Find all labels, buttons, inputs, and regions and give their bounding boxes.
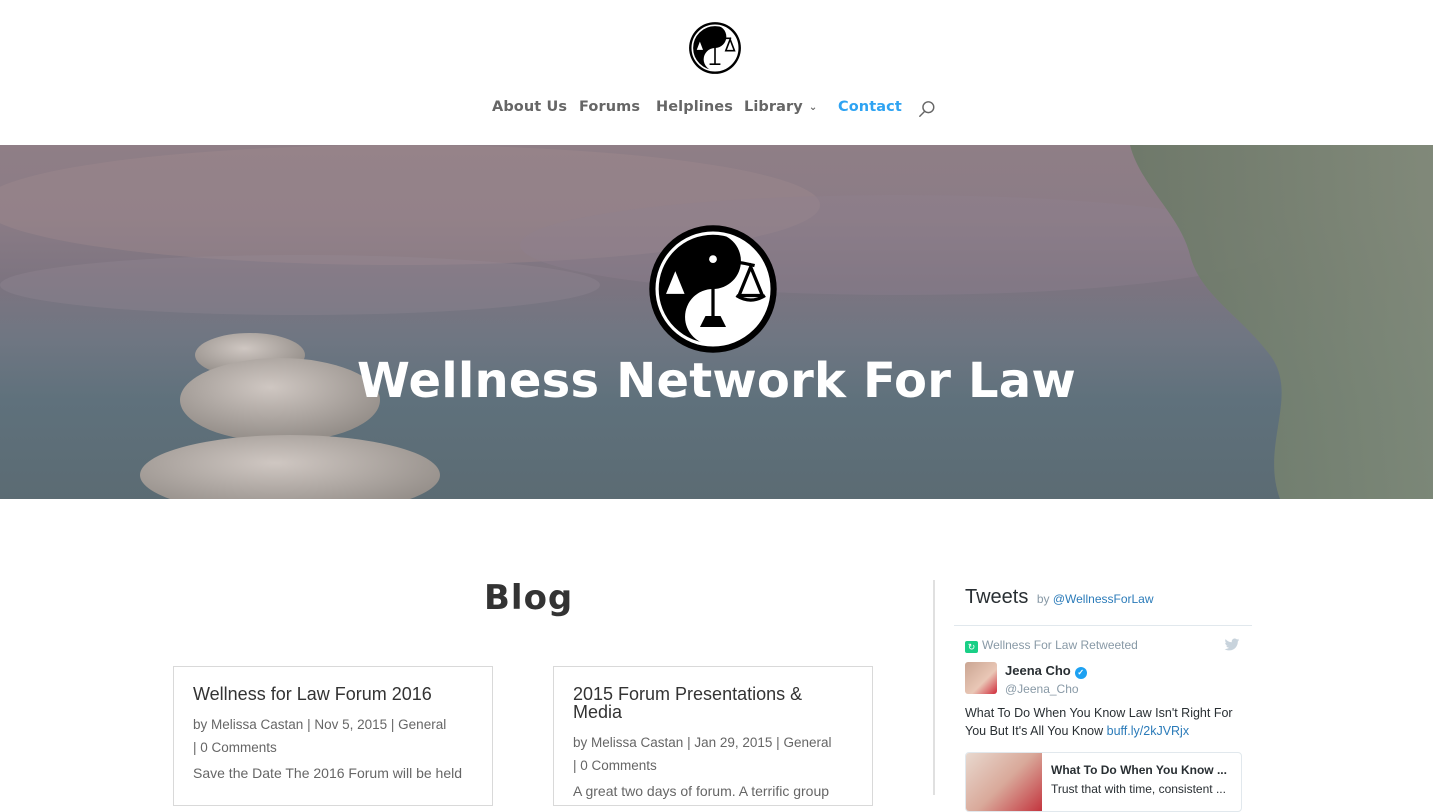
nav-library[interactable]: Library ⌄ bbox=[744, 99, 817, 115]
tweet-card-title: What To Do When You Know ... bbox=[1051, 763, 1227, 777]
chevron-down-icon: ⌄ bbox=[808, 102, 818, 113]
tweets-by-label: by bbox=[1036, 592, 1050, 606]
post-category-link[interactable]: General bbox=[398, 717, 446, 732]
main-nav: About Us Forums Helplines Library ⌄ Conta… bbox=[0, 99, 1433, 121]
blog-heading: Blog bbox=[484, 578, 574, 618]
tweets-by: by @WellnessForLaw bbox=[1037, 592, 1154, 606]
tweets-heading: Tweets bbox=[965, 586, 1029, 608]
tweet-text: What To Do When You Know Law Isn't Right… bbox=[965, 704, 1245, 740]
tweet-author-name-text: Jeena Cho bbox=[1005, 663, 1071, 678]
post-by: by bbox=[193, 717, 208, 732]
post-by: by bbox=[573, 735, 588, 750]
tweet-card-image bbox=[966, 753, 1042, 811]
sidebar-divider bbox=[933, 580, 935, 795]
verified-badge-icon: ✓ bbox=[1074, 667, 1087, 679]
twitter-bird-icon[interactable] bbox=[1224, 638, 1240, 652]
tweet-author-name[interactable]: Jeena Cho ✓ bbox=[1005, 663, 1087, 679]
retweeted-text: Wellness For Law Retweeted bbox=[982, 638, 1138, 652]
hero-banner: Wellness Network For Law bbox=[0, 145, 1433, 499]
post-excerpt: A great two days of forum. A terrific gr… bbox=[573, 783, 830, 799]
site-title: Wellness Network For Law bbox=[357, 353, 1076, 409]
hero-scales-logo-icon bbox=[649, 225, 777, 353]
scales-logo-icon[interactable] bbox=[688, 21, 742, 75]
tweet-link-card[interactable]: What To Do When You Know ... Trust that … bbox=[965, 752, 1242, 812]
retweeted-label: ↻ Wellness For Law Retweeted bbox=[965, 638, 1138, 653]
tweet-author-handle[interactable]: @Jeena_Cho bbox=[1005, 682, 1079, 696]
tweet-link[interactable]: buff.ly/2kJVRjx bbox=[1107, 724, 1189, 738]
retweet-icon: ↻ bbox=[965, 641, 978, 653]
post-date: Jan 29, 2015 bbox=[694, 735, 773, 750]
blog-post-card: 2015 Forum Presentations & Media by Meli… bbox=[553, 666, 873, 806]
post-comments-link[interactable]: 0 Comments bbox=[200, 740, 277, 755]
blog-post-card: Wellness for Law Forum 2016 by Melissa C… bbox=[173, 666, 493, 806]
post-comments-link[interactable]: 0 Comments bbox=[580, 758, 657, 773]
tweet-body: What To Do When You Know Law Isn't Right… bbox=[965, 706, 1233, 738]
nav-library-label: Library bbox=[744, 99, 803, 115]
avatar[interactable] bbox=[965, 662, 997, 694]
twitter-widget-header: Tweets by @WellnessForLaw bbox=[954, 586, 1252, 626]
post-meta: by Melissa Castan | Nov 5, 2015 | Genera… bbox=[193, 717, 447, 755]
site-header: About Us Forums Helplines Library ⌄ Conta… bbox=[0, 0, 1433, 145]
twitter-account-link[interactable]: @WellnessForLaw bbox=[1053, 592, 1154, 606]
post-title-link[interactable]: 2015 Forum Presentations & Media bbox=[573, 685, 853, 721]
post-title-link[interactable]: Wellness for Law Forum 2016 bbox=[193, 685, 473, 703]
post-meta: by Melissa Castan | Jan 29, 2015 | Gener… bbox=[573, 735, 832, 773]
tweet-card-description: Trust that with time, consistent ... bbox=[1051, 782, 1226, 796]
search-icon[interactable] bbox=[918, 100, 936, 118]
nav-about-us[interactable]: About Us bbox=[492, 99, 567, 115]
post-excerpt: Save the Date The 2016 Forum will be hel… bbox=[193, 765, 463, 781]
twitter-widget: Tweets by @WellnessForLaw ↻ Wellness For … bbox=[954, 586, 1252, 812]
nav-contact[interactable]: Contact bbox=[838, 99, 902, 115]
post-category-link[interactable]: General bbox=[783, 735, 831, 750]
nav-helplines[interactable]: Helplines bbox=[656, 99, 733, 115]
post-author-link[interactable]: Melissa Castan bbox=[211, 717, 303, 732]
post-author-link[interactable]: Melissa Castan bbox=[591, 735, 683, 750]
post-date: Nov 5, 2015 bbox=[314, 717, 388, 732]
nav-forums[interactable]: Forums bbox=[579, 99, 640, 115]
